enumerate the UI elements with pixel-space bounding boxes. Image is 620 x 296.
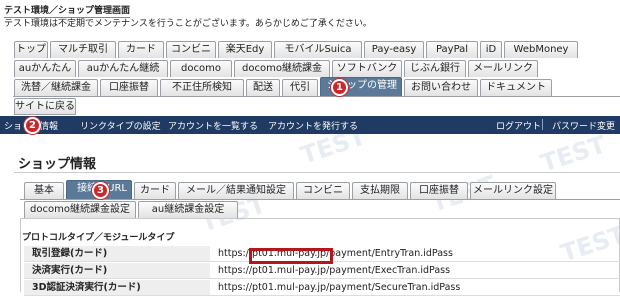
menu-tab-au-continuous[interactable]: auかんたん継続	[78, 60, 168, 77]
url-row-value: https://pt01.mul-pay.jp/payment/SecureTr…	[218, 282, 461, 293]
menu-divider	[13, 96, 620, 97]
info-tab-docomo-continuous[interactable]: docomo継続課金設定	[24, 201, 136, 218]
nav-logout[interactable]: ログアウト	[496, 119, 541, 132]
title-divider	[14, 172, 620, 173]
menu-tab-documents[interactable]: ドキュメント	[480, 79, 552, 96]
menu-tab-au[interactable]: auかんたん	[14, 60, 76, 77]
info-tab-basic[interactable]: 基本	[24, 182, 64, 199]
menu-tab-account-transfer[interactable]: 口座振替	[100, 79, 158, 96]
nav-separator	[542, 119, 543, 130]
info-tab-cvs[interactable]: コンビニ	[296, 182, 350, 199]
url-row-label: 取引登録(カード)	[24, 246, 210, 261]
menu-tab-edy[interactable]: 楽天Edy	[218, 41, 272, 58]
url-row-label: 3D認証決済実行(カード)	[24, 280, 210, 295]
menu-tab-docomo[interactable]: docomo	[170, 60, 232, 77]
section-title: プロトコルタイプ／モジュールタイプ	[22, 233, 175, 243]
menu-tab-webmoney[interactable]: WebMoney	[504, 41, 578, 58]
info-tab-deadline[interactable]: 支払期限	[352, 182, 408, 199]
nav-linktype-settings[interactable]: リンクタイプの設定	[80, 119, 161, 132]
url-row: 3D認証決済実行(カード) https://pt01.mul-pay.jp/pa…	[24, 280, 620, 296]
host-highlight-box	[249, 248, 333, 264]
menu-tab-delivery[interactable]: 配送	[246, 79, 280, 96]
menu-tab-cod[interactable]: 代引	[282, 79, 318, 96]
menu-tab-suica[interactable]: モバイルSuica	[274, 41, 362, 58]
info-tab-account-transfer[interactable]: 口座振替	[410, 182, 468, 199]
url-row: 決済実行(カード) https://pt01.mul-pay.jp/paymen…	[24, 263, 620, 279]
nav-account-issue[interactable]: アカウントを発行する	[268, 119, 358, 132]
menu-tab-paypal[interactable]: PayPal	[426, 41, 478, 58]
menu-tab-payeasy[interactable]: Pay-easy	[364, 41, 424, 58]
url-row-value: https://pt01.mul-pay.jp/payment/ExecTran…	[218, 265, 451, 276]
callout-badge: 1	[331, 79, 348, 96]
menu-tab-contact[interactable]: お問い合わせ	[404, 79, 478, 96]
menu-tab-softbank[interactable]: ソフトバンク	[332, 60, 402, 77]
menu-tab-cvs[interactable]: コンビニ	[166, 41, 216, 58]
menu-tab-maillink[interactable]: メールリンク	[468, 60, 538, 77]
info-tab-au-continuous[interactable]: au継続課金設定	[138, 201, 238, 218]
back-to-site-button[interactable]: サイトに戻る	[14, 98, 76, 115]
callout-badge: 2	[24, 117, 41, 134]
maintenance-notice: テスト環境は不定期でメンテナンスを行うことがございます。あらかじめご了承ください…	[4, 19, 372, 29]
menu-tab-araigae[interactable]: 洗替／継続課金	[14, 79, 98, 96]
menu-tab-top[interactable]: トップ	[14, 41, 48, 58]
info-tab-card[interactable]: カード	[134, 182, 176, 199]
test-watermark: TEST	[537, 130, 610, 178]
menu-tab-multi[interactable]: マルチ取引	[50, 41, 116, 58]
nav-change-password[interactable]: パスワード変更	[552, 119, 615, 132]
info-tabs-divider	[20, 199, 620, 200]
url-row-label: 決済実行(カード)	[24, 263, 210, 278]
menu-tab-jibun[interactable]: じぶん銀行	[404, 60, 466, 77]
menu-tab-card[interactable]: カード	[118, 41, 164, 58]
menu-tab-id[interactable]: iD	[480, 41, 502, 58]
page-title: ショップ情報	[18, 157, 97, 172]
nav-account-list[interactable]: アカウントを一覧する	[168, 119, 258, 132]
info-tab-mail-notify[interactable]: メール／結果通知設定	[178, 182, 294, 199]
callout-badge: 3	[92, 182, 109, 199]
menu-tab-fraud-address[interactable]: 不正住所検知	[160, 79, 244, 96]
menu-tab-docomo-continuous[interactable]: docomo継続課金	[234, 60, 330, 77]
info-tab-maillink[interactable]: メールリンク設定	[470, 182, 556, 199]
